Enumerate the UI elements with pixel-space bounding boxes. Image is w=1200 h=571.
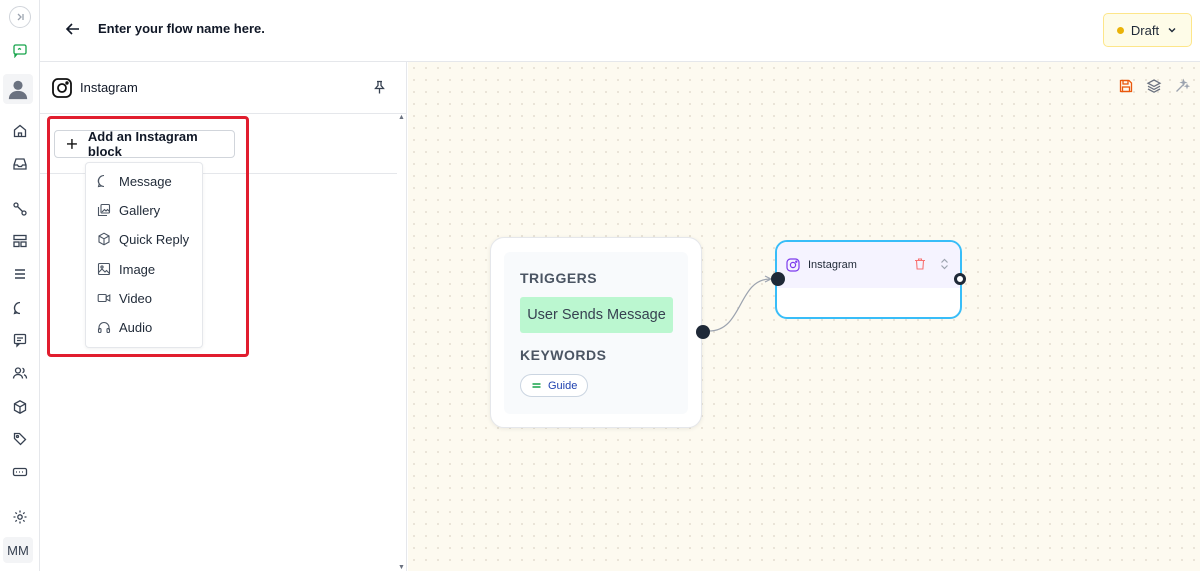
keyboard-icon[interactable] <box>0 460 40 484</box>
video-icon <box>97 293 111 303</box>
home-icon[interactable] <box>0 119 40 143</box>
plus-icon <box>66 138 78 150</box>
add-button-label: Add an Instagram block <box>87 129 198 159</box>
instagram-node[interactable]: Instagram <box>775 240 962 319</box>
trigger-output-handle[interactable] <box>696 325 710 339</box>
templates-icon[interactable] <box>0 229 40 253</box>
back-arrow-icon[interactable] <box>64 20 82 38</box>
instagram-input-handle[interactable] <box>771 272 785 286</box>
scroll-up-icon[interactable]: ▲ <box>398 114 405 121</box>
image-icon <box>97 262 111 276</box>
collapse-icon <box>9 6 31 28</box>
menu-item-image[interactable]: Image <box>86 257 202 281</box>
flows-icon[interactable] <box>0 197 40 221</box>
trigger-pill[interactable]: User Sends Message <box>520 297 673 333</box>
menu-item-gallery[interactable]: Gallery <box>86 198 202 222</box>
block-type-menu: Message Gallery Quick Reply Image Video … <box>85 162 203 348</box>
inbox-icon[interactable] <box>0 152 40 176</box>
expand-collapse-icon[interactable] <box>938 257 951 271</box>
status-dropdown[interactable]: Draft <box>1103 13 1192 47</box>
contacts-icon[interactable] <box>0 361 40 385</box>
instagram-node-header: Instagram <box>777 242 960 288</box>
chat-icon[interactable] <box>0 296 40 320</box>
trash-icon[interactable] <box>913 257 927 271</box>
instagram-node-title: Instagram <box>808 259 857 271</box>
menu-item-audio[interactable]: Audio <box>86 315 202 339</box>
panel-title: Instagram <box>80 80 138 95</box>
menu-item-label: Image <box>119 261 156 277</box>
menu-item-label: Quick Reply <box>119 231 190 247</box>
settings-icon[interactable] <box>0 505 40 529</box>
trigger-node[interactable]: TRIGGERS User Sends Message KEYWORDS Gui… <box>490 237 702 428</box>
menu-item-label: Message <box>119 173 172 189</box>
menu-item-video[interactable]: Video <box>86 286 202 310</box>
user-initials[interactable]: MM <box>3 537 33 563</box>
instagram-icon <box>51 77 73 99</box>
keywords-label: KEYWORDS <box>520 347 607 363</box>
status-label: Draft <box>1130 22 1160 38</box>
keyword-chip[interactable]: Guide <box>520 374 589 397</box>
menu-item-quick-reply[interactable]: Quick Reply <box>86 227 202 251</box>
add-instagram-block-button[interactable]: Add an Instagram block <box>54 129 235 159</box>
list-icon[interactable] <box>0 262 40 286</box>
status-dot <box>1116 26 1124 34</box>
tag-icon[interactable] <box>0 427 40 451</box>
scroll-down-icon[interactable]: ▼ <box>398 564 405 571</box>
pin-icon[interactable] <box>372 80 387 95</box>
equals-icon <box>532 383 541 388</box>
cube-icon <box>98 232 110 246</box>
instagram-output-handle[interactable] <box>954 273 966 285</box>
avatar[interactable] <box>3 74 33 104</box>
top-header: Enter your flow name here. Draft <box>40 0 1200 62</box>
chat-bot-icon[interactable] <box>0 38 40 62</box>
trigger-node-body: TRIGGERS User Sends Message KEYWORDS Gui… <box>504 252 688 414</box>
menu-item-label: Gallery <box>119 202 161 218</box>
panel-scrollbar[interactable]: ▲ ▼ <box>396 114 406 571</box>
panel-header: Instagram <box>40 62 407 114</box>
gallery-icon <box>97 203 111 217</box>
keyword-label: Guide <box>548 379 578 392</box>
headphones-icon <box>97 322 111 334</box>
flow-canvas[interactable]: TRIGGERS User Sends Message KEYWORDS Gui… <box>408 62 1200 571</box>
message-square-icon[interactable] <box>0 328 40 352</box>
menu-item-label: Video <box>119 290 153 306</box>
menu-item-label: Audio <box>119 319 153 335</box>
chevron-down-icon <box>1166 24 1178 36</box>
flow-name[interactable]: Enter your flow name here. <box>98 21 265 36</box>
collapse-sidebar-button[interactable] <box>0 5 40 29</box>
instagram-icon <box>786 258 800 272</box>
triggers-label: TRIGGERS <box>520 270 598 286</box>
block-panel: Instagram Add an Instagram block Message… <box>40 62 407 571</box>
icon-rail: MM <box>0 0 40 571</box>
menu-item-message[interactable]: Message <box>86 169 202 193</box>
box-icon[interactable] <box>0 395 40 419</box>
message-circle-icon <box>97 174 105 188</box>
